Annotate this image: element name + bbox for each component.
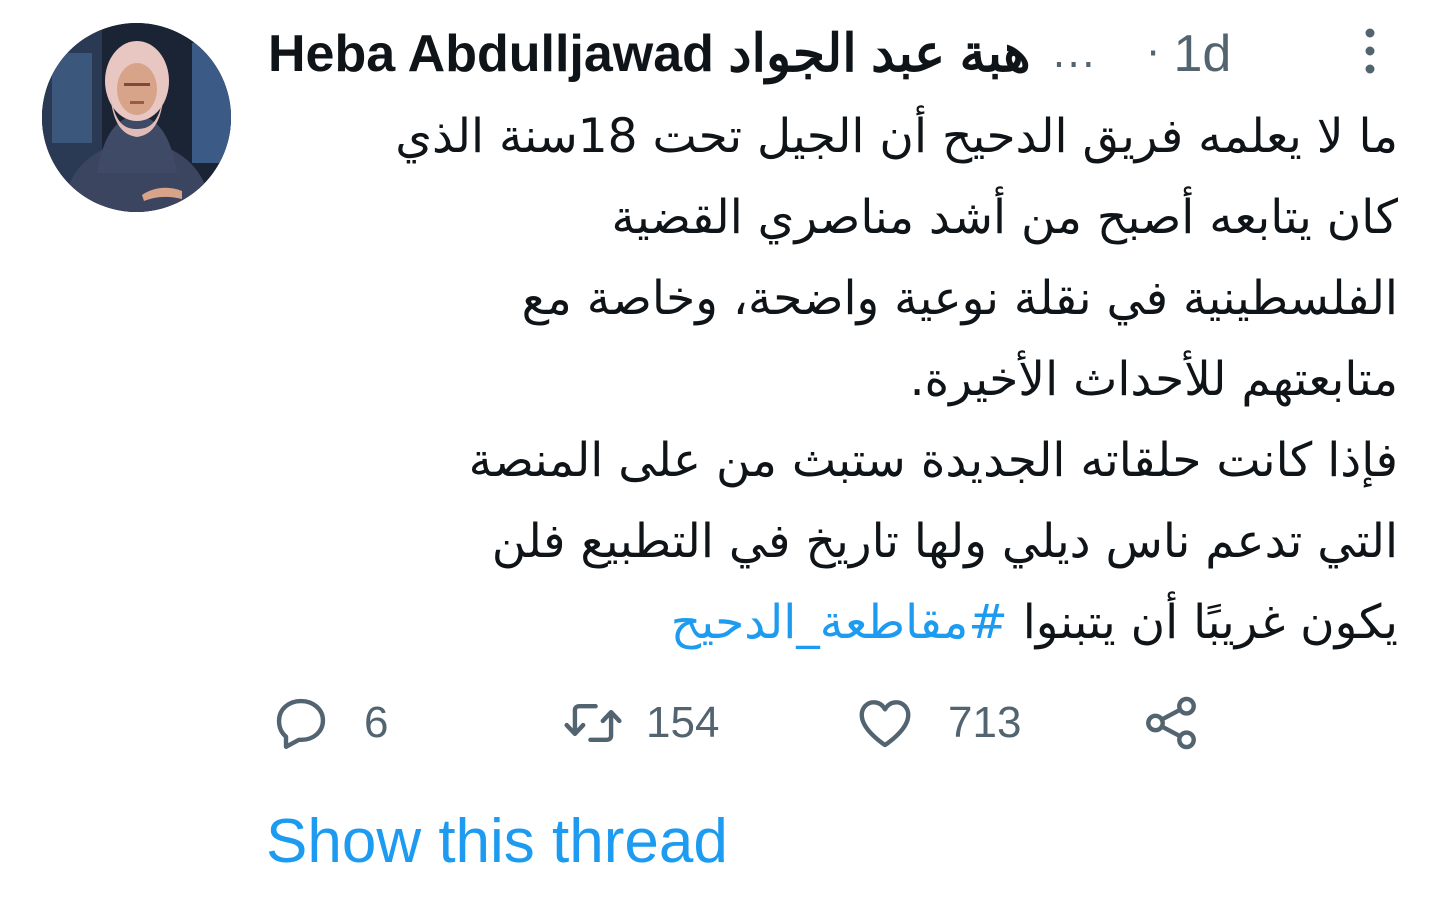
tweet-line: الفلسطينية في نقلة نوعية واضحة، وخاصة مع	[521, 271, 1398, 326]
tweet-line: كان يتابعه أصبح من أشد مناصري القضية	[611, 190, 1398, 245]
more-options-button[interactable]	[1352, 24, 1388, 78]
tweet-line: فإذا كانت حلقاته الجديدة ستبث من على الم…	[468, 433, 1398, 488]
tweet-line-last: يكون غريبًا أن يتبنوا #مقاطعة_الدحيح	[262, 582, 1398, 663]
like-icon	[859, 700, 911, 748]
more-vertical-icon	[1365, 28, 1375, 74]
tweet-text: ما لا يعلمه فريق الدحيح أن الجيل تحت 18س…	[262, 96, 1398, 663]
show-thread-link[interactable]: Show this thread	[266, 806, 728, 877]
tweet-actions: 6 154 713	[270, 688, 1230, 758]
tweet-line: التي تدعم ناس ديلي ولها تاريخ في التطبيع…	[491, 514, 1398, 569]
like-button[interactable]: 713	[854, 688, 1021, 758]
avatar[interactable]	[42, 23, 231, 212]
share-icon	[1146, 696, 1196, 750]
tweet-header: Heba Abdulljawad هبة عبد الجواد ... · 1d	[268, 18, 1398, 90]
tweet-line: متابعتهم للأحداث الأخيرة.	[909, 352, 1398, 407]
reply-count: 6	[364, 698, 389, 747]
separator-dot: ·	[1146, 31, 1160, 77]
retweet-button[interactable]: 154	[562, 688, 719, 758]
reply-button[interactable]: 6	[270, 688, 388, 758]
retweet-count: 154	[646, 698, 720, 747]
share-button[interactable]	[1140, 688, 1202, 758]
hashtag-link[interactable]: #مقاطعة_الدحيح	[671, 595, 1008, 650]
author-handle-truncated: ...	[1052, 31, 1097, 77]
author-display-name[interactable]: Heba Abdulljawad هبة عبد الجواد	[268, 24, 1031, 84]
retweet-icon	[564, 704, 622, 742]
tweet-line: ما لا يعلمه فريق الدحيح أن الجيل تحت 18س…	[395, 109, 1398, 164]
reply-icon	[276, 698, 326, 749]
tweet-timestamp[interactable]: 1d	[1173, 24, 1231, 84]
tweet-line-text: يكون غريبًا أن يتبنوا	[1022, 595, 1398, 650]
like-count: 713	[948, 698, 1022, 747]
